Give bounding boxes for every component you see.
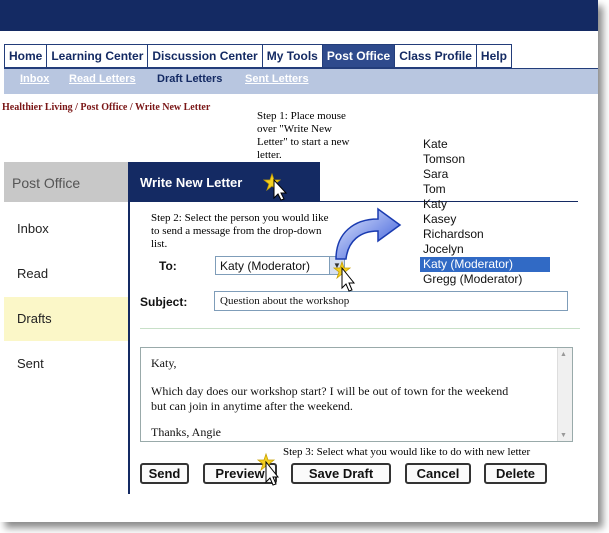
tab-discussion-center[interactable]: Discussion Center [147,44,262,68]
sidebar-item-drafts[interactable]: Drafts [4,297,128,341]
cursor-sparkle-icon [332,260,356,292]
subnav-read-letters-link[interactable]: Read Letters [69,73,136,85]
dropdown-option[interactable]: Sara [420,167,550,182]
scroll-up-arrow-icon[interactable]: ▲ [560,350,567,358]
step2-note-line: list. [151,238,168,250]
sidebar-item-read[interactable]: Read [4,252,128,296]
save-draft-button[interactable]: Save Draft [291,463,391,484]
scroll-down-arrow-icon[interactable]: ▼ [560,431,567,439]
tab-post-office[interactable]: Post Office [321,44,395,68]
step1-note-line: letter. [257,149,282,161]
subnav-draft-letters-link[interactable]: Draft Letters [157,73,222,85]
body-line: Thanks, Angie [151,425,221,439]
main-tab-bar: Home Learning Center Discussion Center M… [4,44,512,68]
subject-label: Subject: [140,295,188,309]
body-line: Katy, [151,356,177,370]
step1-note: Step 1: Place mouse over "Write New Lett… [257,110,349,162]
cursor-sparkle-icon [262,172,288,201]
sub-nav-bar: Inbox Read Letters Draft Letters Sent Le… [4,68,598,94]
step1-note-line: Step 1: Place mouse [257,110,346,122]
form-divider [140,328,580,329]
sidebar-item-sent[interactable]: Sent [4,342,128,386]
dropdown-option[interactable]: Tom [420,182,550,197]
step1-note-line: Letter" to start a new [257,136,350,148]
tab-class-profile[interactable]: Class Profile [394,44,476,68]
dropdown-option-selected[interactable]: Katy (Moderator) [420,257,550,272]
dropdown-option[interactable]: Kate [420,137,550,152]
dropdown-option[interactable]: Katy [420,197,550,212]
step2-note-line: Step 2: Select the person you would like [151,212,329,224]
dropdown-option[interactable]: Jocelyn [420,242,550,257]
sidebar-item-inbox[interactable]: Inbox [4,207,128,251]
dropdown-option[interactable]: Tomson [420,152,550,167]
top-banner [0,0,598,31]
body-line: Which day does our workshop start? I wil… [151,384,509,398]
recipient-dropdown-list: Kate Tomson Sara Tom Katy Kasey Richards… [420,137,550,289]
sidebar-title: Post Office [4,162,128,202]
screenshot-frame: Home Learning Center Discussion Center M… [0,0,598,522]
breadcrumb: Healthier Living / Post Office / Write N… [2,102,211,113]
tab-home[interactable]: Home [4,44,47,68]
cancel-button[interactable]: Cancel [405,463,471,484]
step3-note: Step 3: Select what you would like to do… [283,446,531,458]
dropdown-option[interactable]: Richardson [420,227,550,242]
tab-help[interactable]: Help [475,44,512,68]
recipient-select[interactable]: Katy (Moderator) ▼ [215,256,345,275]
dropdown-option[interactable]: Gregg (Moderator) [420,272,550,287]
curved-arrow-icon [335,207,402,260]
dropdown-option[interactable]: Kasey [420,212,550,227]
message-body-textarea[interactable]: Katy, Which day does our workshop start?… [140,347,573,442]
step1-note-line: over "Write New [257,123,332,135]
write-new-letter-header[interactable]: Write New Letter [130,162,320,202]
cursor-sparkle-icon [256,452,280,486]
subject-input[interactable]: Question about the workshop [214,291,568,311]
send-button[interactable]: Send [140,463,189,484]
delete-button[interactable]: Delete [484,463,547,484]
body-scrollbar[interactable]: ▲ ▼ [557,348,572,441]
tab-my-tools[interactable]: My Tools [261,44,322,68]
subnav-sent-letters-link[interactable]: Sent Letters [245,73,309,85]
step2-note: Step 2: Select the person you would like… [151,212,329,251]
tab-learning-center[interactable]: Learning Center [46,44,148,68]
post-office-sidebar: Post Office Inbox Read Drafts Sent [4,162,130,494]
step2-note-line: to send a message from the drop-down [151,225,322,237]
recipient-select-value: Katy (Moderator) [220,259,311,273]
to-label: To: [159,259,177,273]
body-line: but can join in anytime after the weeken… [151,399,353,413]
subnav-inbox-link[interactable]: Inbox [20,73,49,85]
